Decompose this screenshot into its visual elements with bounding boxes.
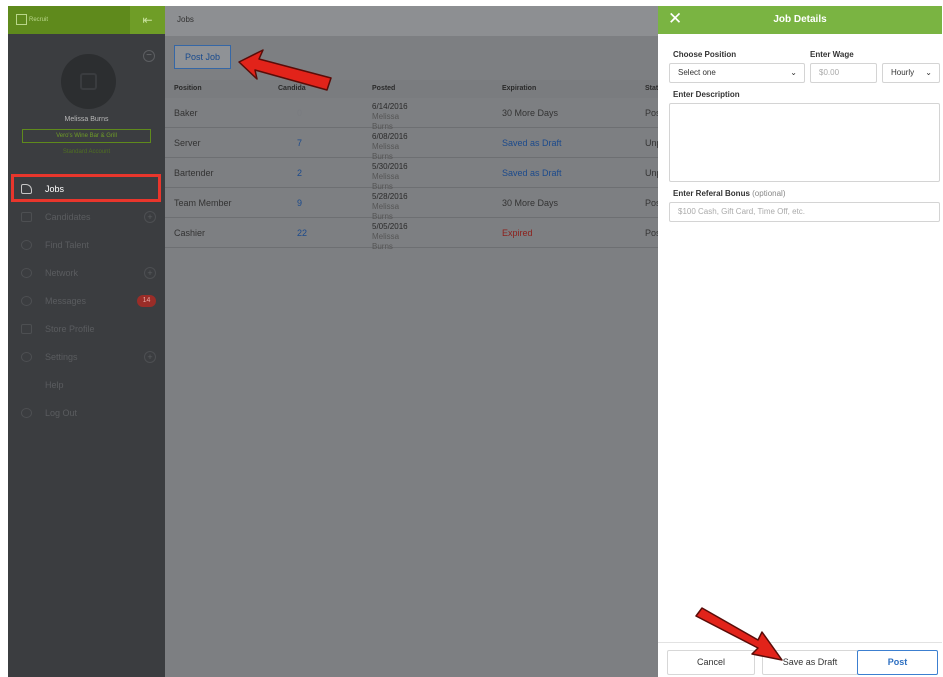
row-position: Team Member xyxy=(174,198,232,208)
sidebar-item-store-profile[interactable]: Store Profile xyxy=(8,315,165,343)
column-header-position[interactable]: Position xyxy=(174,85,202,92)
table-row[interactable]: Team Member 9 5/28/2016 Melissa Burns 30 … xyxy=(165,188,661,221)
job-details-panel: ✕ Job Details Choose Position Select one… xyxy=(658,6,942,677)
store-selector[interactable]: Vero's Wine Bar & Grill xyxy=(22,129,151,143)
wage-input[interactable]: $0.00 xyxy=(810,63,877,83)
network-icon xyxy=(21,268,32,278)
row-position: Cashier xyxy=(174,228,206,238)
row-position: Server xyxy=(174,138,201,148)
collapse-profile-icon[interactable]: − xyxy=(143,50,155,62)
user-name: Melissa Burns xyxy=(64,116,109,123)
sidebar-item-log-out[interactable]: Log Out xyxy=(8,399,165,427)
row-position: Bartender xyxy=(174,168,214,178)
chat-icon xyxy=(21,296,32,306)
annotation-arrow-save-draft xyxy=(695,607,783,661)
table-row[interactable]: Baker 0 6/14/2016 Melissa Burns 30 More D… xyxy=(165,98,661,131)
jobs-table: Position Candida Posted Expiration Stat … xyxy=(165,80,662,251)
referral-label: Enter Referal Bonus (optional) xyxy=(673,189,786,198)
messages-count-badge: 14 xyxy=(137,295,156,307)
sidebar: Recruit ⇤ − Melissa Burns Vero's Wine Ba… xyxy=(8,6,165,677)
row-candidates[interactable]: 22 xyxy=(297,228,307,238)
chevron-down-icon: ⌄ xyxy=(925,68,932,77)
add-network-icon[interactable]: + xyxy=(144,267,156,279)
app-frame: Recruit ⇤ − Melissa Burns Vero's Wine Ba… xyxy=(8,6,942,677)
row-expiration: Expired xyxy=(502,228,533,238)
row-candidates[interactable]: 2 xyxy=(297,168,302,178)
app-logo: Recruit xyxy=(16,14,56,26)
row-expiration[interactable]: Saved as Draft xyxy=(502,138,562,148)
column-header-status[interactable]: Stat xyxy=(645,85,658,92)
avatar[interactable] xyxy=(61,54,116,109)
help-icon xyxy=(21,380,32,390)
chevron-down-icon: ⌄ xyxy=(790,68,797,77)
sidebar-topbar: Recruit ⇤ xyxy=(8,6,165,34)
account-type: Standard Account xyxy=(62,149,111,155)
row-candidates[interactable]: 7 xyxy=(297,138,302,148)
sidebar-item-help[interactable]: Help xyxy=(8,371,165,399)
jobs-highlight-annotation xyxy=(11,174,161,202)
sidebar-item-find-talent[interactable]: Find Talent xyxy=(8,231,165,259)
search-icon xyxy=(21,240,32,250)
column-header-posted[interactable]: Posted xyxy=(372,85,395,92)
post-button[interactable]: Post xyxy=(857,650,938,675)
description-textarea[interactable] xyxy=(669,103,940,182)
table-row[interactable]: Bartender 2 5/30/2016 Melissa Burns Saved… xyxy=(165,158,662,191)
menu-collapse-icon[interactable]: ⇤ xyxy=(130,6,165,34)
store-icon xyxy=(21,324,32,334)
description-label: Enter Description xyxy=(673,90,740,99)
column-header-expiration[interactable]: Expiration xyxy=(502,85,536,92)
sidebar-item-candidates[interactable]: Candidates + xyxy=(8,203,165,231)
row-expiration[interactable]: Saved as Draft xyxy=(502,168,562,178)
row-position: Baker xyxy=(174,108,198,118)
row-candidates[interactable]: 9 xyxy=(297,198,302,208)
page-title: Jobs xyxy=(165,6,658,36)
add-candidate-icon[interactable]: + xyxy=(144,211,156,223)
row-expiration: 30 More Days xyxy=(502,198,559,208)
gear-icon xyxy=(21,352,32,362)
table-row[interactable]: Server 7 6/08/2016 Melissa Burns Saved as… xyxy=(165,128,662,161)
position-label: Choose Position xyxy=(673,50,737,59)
table-row[interactable]: Cashier 22 5/05/2016 Melissa Burns Expire… xyxy=(165,218,661,251)
referral-input[interactable]: $100 Cash, Gift Card, Time Off, etc. xyxy=(669,202,940,222)
annotation-arrow-post-job xyxy=(238,49,332,91)
expand-settings-icon[interactable]: + xyxy=(144,351,156,363)
row-candidates[interactable]: 0 xyxy=(297,108,302,118)
sidebar-item-messages[interactable]: Messages 14 xyxy=(8,287,165,315)
post-job-button[interactable]: Post Job xyxy=(174,45,231,69)
sidebar-item-settings[interactable]: Settings + xyxy=(8,343,165,371)
wage-unit-select[interactable]: Hourly ⌄ xyxy=(882,63,940,83)
sidebar-item-network[interactable]: Network + xyxy=(8,259,165,287)
panel-title: Job Details xyxy=(773,14,827,25)
row-expiration: 30 More Days xyxy=(502,108,559,118)
wage-label: Enter Wage xyxy=(810,50,854,59)
power-icon xyxy=(21,408,32,418)
panel-header: ✕ Job Details xyxy=(658,6,942,34)
position-select[interactable]: Select one ⌄ xyxy=(669,63,805,83)
jobs-main: Jobs Post Job Position Candida Posted Ex… xyxy=(165,6,662,677)
people-icon xyxy=(21,212,32,222)
